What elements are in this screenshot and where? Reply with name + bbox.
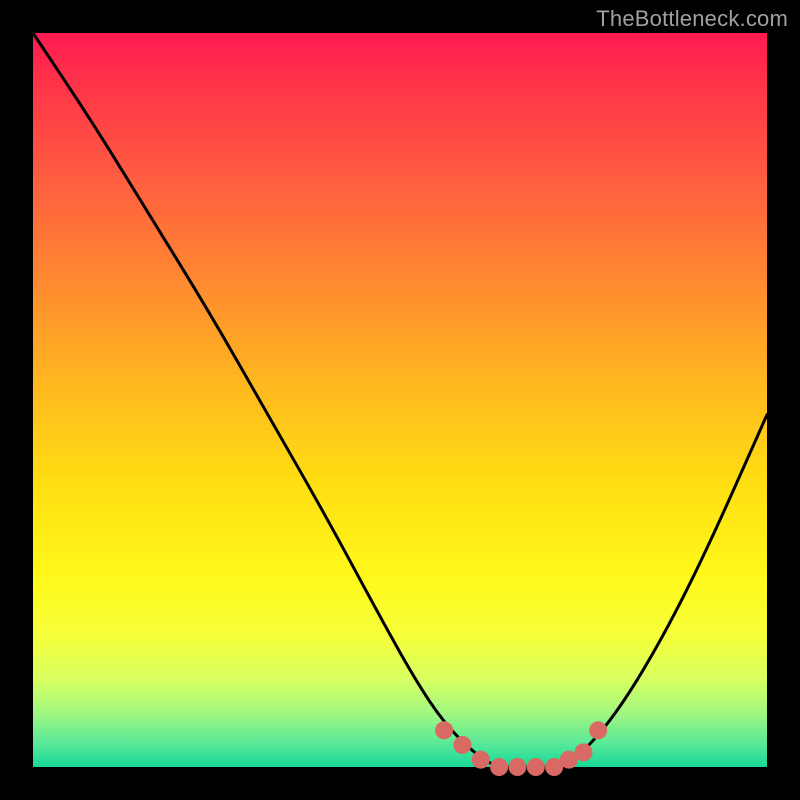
optimal-dot (490, 758, 508, 776)
chart-frame: TheBottleneck.com (0, 0, 800, 800)
optimal-region-dots (435, 721, 607, 776)
watermark-text: TheBottleneck.com (596, 6, 788, 32)
optimal-dot (589, 721, 607, 739)
optimal-dot (435, 721, 453, 739)
optimal-dot (575, 743, 593, 761)
optimal-dot (527, 758, 545, 776)
chart-plot-area (33, 33, 767, 767)
bottleneck-curve (33, 33, 767, 767)
optimal-dot (472, 751, 490, 769)
optimal-dot (508, 758, 526, 776)
chart-svg (33, 33, 767, 767)
optimal-dot (453, 736, 471, 754)
